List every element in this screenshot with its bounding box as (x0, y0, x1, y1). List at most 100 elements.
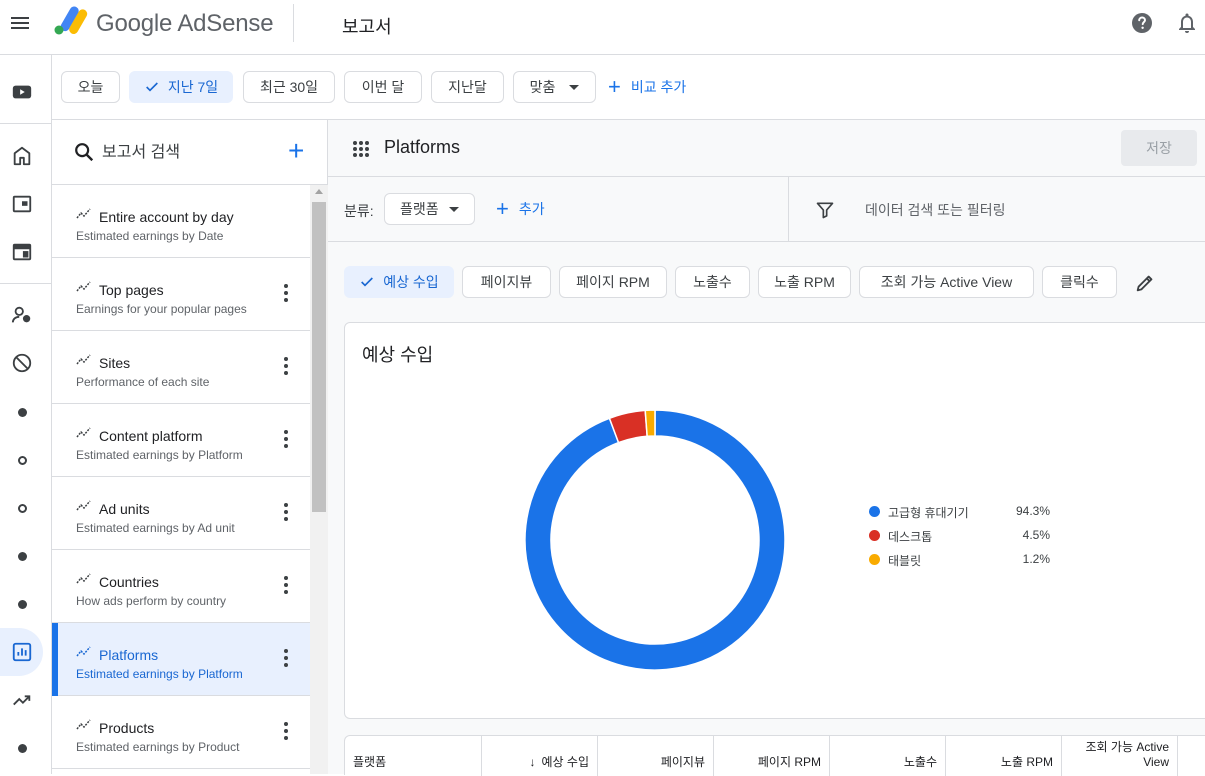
metric-chip-clicks[interactable]: 클릭수 (1042, 266, 1117, 298)
breakdown-row: 분류: 플랫폼 + 추가 (328, 177, 1205, 242)
breakdown-dropdown[interactable]: 플랫폼 (384, 193, 475, 225)
report-item-title: Sites (99, 355, 131, 371)
nav-dot-icon[interactable] (4, 538, 40, 574)
date-chip-today[interactable]: 오늘 (61, 71, 120, 103)
dropdown-arrow-icon (569, 84, 580, 90)
report-item-subtitle: Estimated earnings by Platform (76, 667, 243, 681)
report-item-top-pages[interactable]: Top pages Earnings for your popular page… (52, 258, 310, 331)
more-options-icon[interactable] (276, 649, 296, 669)
more-options-icon[interactable] (276, 503, 296, 523)
add-comparison-label: 비교 추가 (630, 79, 687, 95)
plus-icon: + (496, 196, 509, 221)
report-item-content-platform[interactable]: Content platform Estimated earnings by P… (52, 404, 310, 477)
nav-ring-icon[interactable] (4, 490, 40, 526)
report-item-title: Entire account by day (99, 209, 234, 225)
donut-slice-고급형-휴대기기[interactable] (525, 410, 785, 670)
privacy-messaging-icon[interactable] (4, 297, 40, 333)
chart-legend: 고급형 휴대기기 94.3% 데스크톱 4.5% 태블릿 1.2% (869, 501, 1059, 573)
report-item-products[interactable]: Products Estimated earnings by Product (52, 696, 310, 769)
nav-dot-icon[interactable] (4, 730, 40, 766)
add-breakdown-button[interactable]: + 추가 (496, 197, 545, 221)
sort-down-arrow-icon: ↓ (529, 755, 536, 769)
column-header-active-view-viewable[interactable]: 조회 가능 Active View (1062, 736, 1178, 776)
column-header-pageviews[interactable]: 페이지뷰 (598, 736, 714, 776)
legend-color-dot (869, 530, 880, 541)
metric-chip-label: 페이지뷰 (480, 274, 533, 290)
report-item-title: Content platform (99, 428, 203, 444)
date-chip-label: 지난 7일 (167, 79, 219, 95)
more-options-icon[interactable] (276, 722, 296, 742)
sites-icon[interactable] (4, 186, 40, 222)
date-chip-label: 오늘 (77, 79, 104, 95)
report-header: Platforms 저장 (328, 120, 1205, 177)
filter-input[interactable] (865, 199, 1165, 221)
column-header-platform[interactable]: 플랫폼 (345, 736, 482, 776)
sparkline-icon (76, 427, 91, 438)
header-divider (293, 4, 294, 42)
metric-chip-page-rpm[interactable]: 페이지 RPM (559, 266, 667, 298)
metric-chip-active-view-viewable[interactable]: 조회 가능 Active View (859, 266, 1034, 298)
column-header-estimated-earnings[interactable]: ↓ 예상 수입 (482, 736, 598, 776)
legend-item[interactable]: 고급형 휴대기기 94.3% (869, 501, 1059, 525)
scroll-up-arrow-icon[interactable] (315, 189, 323, 194)
donut-chart (525, 410, 785, 670)
legend-item[interactable]: 데스크톱 4.5% (869, 525, 1059, 549)
report-title: Platforms (384, 137, 461, 157)
legend-label: 태블릿 (888, 554, 922, 568)
date-chip-last-7-days[interactable]: 지난 7일 (129, 71, 233, 103)
blocking-controls-icon[interactable] (4, 345, 40, 381)
save-button[interactable]: 저장 (1121, 130, 1197, 166)
scrollbar-thumb[interactable] (312, 202, 326, 512)
youtube-icon[interactable] (4, 74, 40, 110)
report-item-title: Products (99, 720, 155, 736)
metric-chip-label: 조회 가능 Active View (880, 274, 1013, 290)
legend-item[interactable]: 태블릿 1.2% (869, 549, 1059, 573)
filter-icon (816, 202, 834, 219)
home-icon[interactable] (4, 138, 40, 174)
date-chip-last-30-days[interactable]: 최근 30일 (243, 71, 335, 103)
notifications-bell-icon[interactable] (1175, 11, 1199, 35)
add-comparison-button[interactable]: + 비교 추가 (608, 75, 686, 99)
more-options-icon[interactable] (276, 284, 296, 304)
date-chip-this-month[interactable]: 이번 달 (344, 71, 422, 103)
product-logo-text: Google AdSense (96, 10, 274, 37)
report-item-ad-units[interactable]: Ad units Estimated earnings by Ad unit (52, 477, 310, 550)
more-options-icon[interactable] (276, 430, 296, 450)
chart-title: 예상 수입 (362, 345, 434, 365)
date-range-bar: 오늘 지난 7일 최근 30일 이번 달 지난달 맞춤 + 비교 추가 (52, 55, 1205, 120)
date-chip-label: 이번 달 (361, 79, 405, 95)
report-item-sites[interactable]: Sites Performance of each site (52, 331, 310, 404)
main-menu-icon[interactable] (8, 11, 32, 35)
reports-icon[interactable] (4, 634, 40, 670)
date-chip-last-month[interactable]: 지난달 (431, 71, 504, 103)
more-options-icon[interactable] (276, 357, 296, 377)
report-list-scrollbar[interactable] (310, 185, 328, 774)
check-icon (145, 82, 158, 92)
column-header-page-rpm[interactable]: 페이지 RPM (714, 736, 830, 776)
report-item-platforms[interactable]: Platforms Estimated earnings by Platform (52, 623, 310, 696)
report-item-subtitle: Estimated earnings by Platform (76, 448, 243, 462)
sparkline-icon (76, 646, 91, 657)
report-search-input[interactable] (102, 142, 282, 164)
search-icon (75, 143, 94, 162)
help-icon[interactable] (1130, 11, 1154, 35)
report-item-countries[interactable]: Countries How ads perform by country (52, 550, 310, 623)
date-chip-custom[interactable]: 맞춤 (513, 71, 596, 103)
sparkline-icon (76, 354, 91, 365)
optimization-trend-icon[interactable] (4, 682, 40, 718)
metric-chip-impressions[interactable]: 노출수 (675, 266, 750, 298)
ads-icon[interactable] (4, 234, 40, 270)
column-header-impressions[interactable]: 노출수 (830, 736, 946, 776)
nav-dot-icon[interactable] (4, 394, 40, 430)
add-report-button[interactable]: + (288, 137, 310, 166)
nav-ring-icon[interactable] (4, 442, 40, 478)
donut-slice-태블릿[interactable] (644, 410, 656, 438)
more-options-icon[interactable] (276, 576, 296, 596)
edit-pencil-icon[interactable] (1134, 272, 1156, 294)
report-item-entire-account-by-day[interactable]: Entire account by day Estimated earnings… (52, 185, 310, 258)
metric-chip-estimated-earnings[interactable]: 예상 수입 (344, 266, 454, 298)
metric-chip-impression-rpm[interactable]: 노출 RPM (758, 266, 851, 298)
nav-dot-icon[interactable] (4, 586, 40, 622)
column-header-impression-rpm[interactable]: 노출 RPM (946, 736, 1062, 776)
metric-chip-pageviews[interactable]: 페이지뷰 (462, 266, 551, 298)
